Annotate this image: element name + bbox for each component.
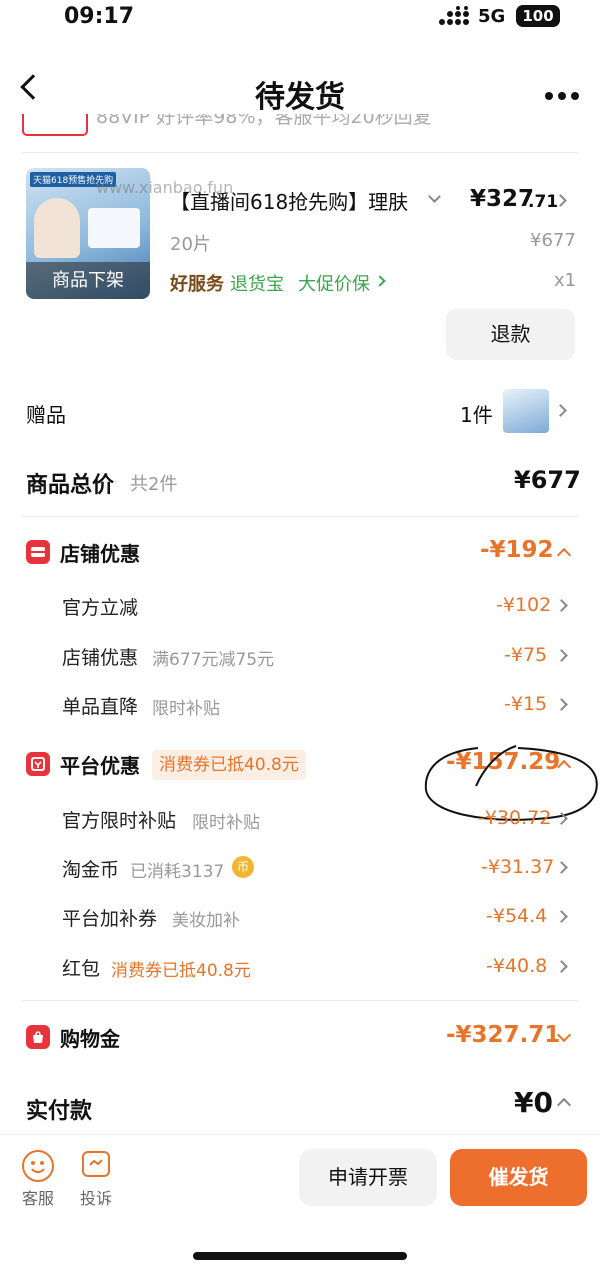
gift-thumbnail[interactable] — [503, 389, 549, 433]
image-overlay: 商品下架 — [26, 262, 150, 299]
gift-count: 1件 — [460, 403, 493, 427]
more-icon[interactable] — [544, 86, 580, 100]
paid-value: ¥0 — [514, 1086, 553, 1119]
shop-discount-item-value[interactable]: -¥102 — [496, 594, 551, 616]
paid-label: 实付款 — [26, 1099, 93, 1124]
platform-discount-item-label: 平台加补券 — [62, 908, 158, 930]
refund-button[interactable]: 退款 — [446, 309, 575, 360]
shopping-gold-icon — [26, 1025, 50, 1049]
coin-icon: 币 — [232, 856, 254, 878]
page-title: 待发货 — [255, 80, 345, 115]
network-label: 5G — [478, 6, 506, 27]
shop-discount-value: -¥192 — [480, 537, 554, 563]
price-protect-chevron-icon[interactable] — [374, 275, 386, 287]
shop-discount-item-value[interactable]: -¥15 — [504, 693, 547, 715]
image-person — [34, 198, 80, 258]
rating-text: 88VIP 好评率98%，客服平均20秒回复 — [96, 114, 432, 128]
platform-discount-item-sub: 消费券已抵40.8元 — [111, 961, 251, 981]
shop-discount-icon — [26, 540, 50, 564]
complaint-icon[interactable] — [82, 1151, 110, 1177]
badge-return[interactable]: 退货宝 — [230, 270, 284, 296]
total-label: 商品总价 — [26, 473, 115, 498]
battery-icon: 100 — [516, 5, 560, 27]
shop-discount-label: 店铺优惠 — [60, 542, 140, 566]
shop-discount-item-value[interactable]: -¥75 — [504, 644, 547, 666]
shop-rating-strip: 88VIP 好评率98%，客服平均20秒回复 — [22, 114, 578, 138]
image-products — [88, 208, 140, 248]
platform-discount-item-value[interactable]: -¥30.72 — [478, 807, 551, 829]
shop-discount-item-label: 单品直降 — [62, 696, 139, 718]
shopping-gold-value: -¥327.71 — [446, 1022, 561, 1048]
shop-discount-item-label: 店铺优惠 — [62, 647, 139, 669]
product-price-cents: .71 — [528, 192, 559, 212]
shop-discount-collapse-icon[interactable] — [556, 547, 572, 563]
invoice-button[interactable]: 申请开票 — [299, 1149, 437, 1206]
rating-icon — [22, 114, 88, 136]
paid-collapse-icon[interactable] — [556, 1097, 572, 1113]
platform-discount-label: 平台优惠 — [60, 754, 140, 778]
shopping-gold-label: 购物金 — [60, 1027, 120, 1051]
chevron-right-icon[interactable] — [555, 960, 568, 973]
gift-chevron-icon[interactable] — [554, 404, 567, 417]
platform-discount-item-value[interactable]: -¥40.8 — [486, 955, 547, 977]
shop-discount-item-label: 官方立减 — [62, 597, 139, 619]
signal-icon — [438, 6, 470, 26]
shop-discount-item-sub: 满677元减75元 — [152, 650, 275, 670]
platform-discount-icon — [26, 752, 50, 776]
platform-discount-item-sub: 限时补贴 — [192, 813, 260, 833]
urge-shipment-button[interactable]: 催发货 — [450, 1149, 587, 1206]
gift-label: 赠品 — [26, 403, 66, 427]
shop-discount-item-sub: 限时补贴 — [152, 699, 220, 719]
badge-price-protect[interactable]: 大促价保 — [298, 270, 370, 296]
product-price-main: ¥327 — [470, 186, 535, 212]
total-count: 共2件 — [130, 474, 178, 495]
chevron-right-icon[interactable] — [555, 698, 568, 711]
platform-discount-item-value[interactable]: -¥54.4 — [486, 905, 547, 927]
status-bar: 09:17 5G 100 — [0, 0, 600, 36]
chevron-right-icon[interactable] — [555, 599, 568, 612]
platform-discount-item-value[interactable]: -¥31.37 — [481, 856, 554, 878]
platform-discount-item-sub: 美妆加补 — [172, 911, 240, 931]
platform-discount-item-label: 官方限时补贴 — [62, 810, 177, 832]
title-expand-icon[interactable] — [428, 190, 441, 203]
platform-discount-tag: 消费券已抵40.8元 — [152, 750, 306, 780]
customer-service-icon[interactable] — [22, 1150, 54, 1182]
platform-discount-item-sub: 已消耗3137 — [130, 862, 225, 882]
original-price: ¥677 — [530, 230, 576, 251]
platform-discount-item-label: 红包 — [62, 958, 101, 980]
product-quantity: x1 — [554, 270, 577, 291]
customer-service-label[interactable]: 客服 — [22, 1185, 54, 1209]
platform-discount-item-label: 淘金币 — [62, 859, 120, 881]
header: 待发货 — [0, 60, 600, 120]
chevron-right-icon[interactable] — [555, 910, 568, 923]
product-spec: 20片 — [170, 234, 211, 255]
chevron-right-icon[interactable] — [555, 649, 568, 662]
badge-good-service: 好服务 — [170, 274, 224, 295]
total-value: ¥677 — [514, 466, 581, 494]
chevron-right-icon[interactable] — [555, 861, 568, 874]
status-time: 09:17 — [64, 4, 135, 29]
complaint-label[interactable]: 投诉 — [80, 1185, 112, 1209]
product-title[interactable]: 【直播间618抢先购】理肤 — [170, 186, 416, 216]
home-indicator — [193, 1252, 407, 1260]
